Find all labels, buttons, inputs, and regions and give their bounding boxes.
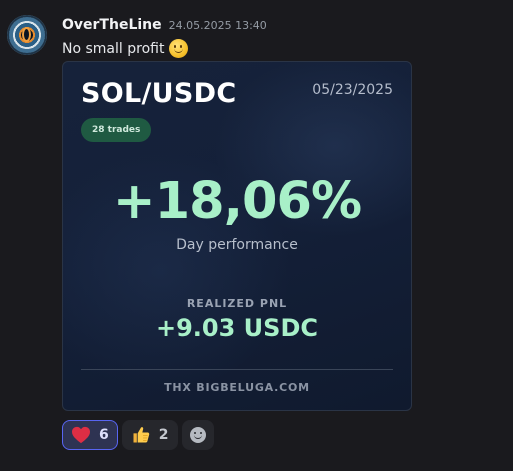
trades-count-badge: 28 trades bbox=[81, 118, 152, 142]
trading-pair: SOL/USDC bbox=[81, 78, 237, 109]
message-header: OverTheLine 24.05.2025 13:40 bbox=[62, 17, 267, 33]
performance-percent: +18,06% bbox=[112, 172, 362, 231]
add-reaction-button[interactable] bbox=[181, 420, 214, 450]
message-timestamp: 24.05.2025 13:40 bbox=[168, 19, 267, 32]
performance-label: Day performance bbox=[176, 237, 298, 253]
message-text: No small profit bbox=[62, 40, 165, 57]
card-divider bbox=[81, 369, 393, 370]
card-footer: THX BIGBELUGA.COM bbox=[164, 381, 310, 394]
reaction-thumbs-up[interactable]: 2 bbox=[121, 420, 178, 450]
reaction-heart[interactable]: 6 bbox=[62, 420, 118, 450]
chat-view: OverTheLine 24.05.2025 13:40 No small pr… bbox=[0, 0, 513, 471]
message-content: No small profit bbox=[62, 39, 189, 58]
card-date: 05/23/2025 bbox=[312, 82, 393, 98]
reaction-count: 6 bbox=[99, 427, 109, 443]
reaction-count: 2 bbox=[158, 427, 169, 443]
heart-icon bbox=[72, 426, 90, 444]
realized-pnl-label: REALIZED PNL bbox=[186, 297, 288, 310]
thumbs-up-icon bbox=[133, 427, 149, 443]
trade-performance-card[interactable]: SOL/USDC 05/23/2025 28 trades +18,06% Da… bbox=[62, 61, 412, 411]
add-reaction-icon bbox=[189, 427, 206, 443]
username[interactable]: OverTheLine bbox=[62, 17, 162, 33]
reactions-bar: 6 2 bbox=[62, 420, 214, 450]
smiling-face-icon bbox=[169, 39, 189, 58]
user-avatar[interactable] bbox=[7, 15, 47, 55]
realized-pnl-value: +9.03 USDC bbox=[156, 314, 318, 342]
